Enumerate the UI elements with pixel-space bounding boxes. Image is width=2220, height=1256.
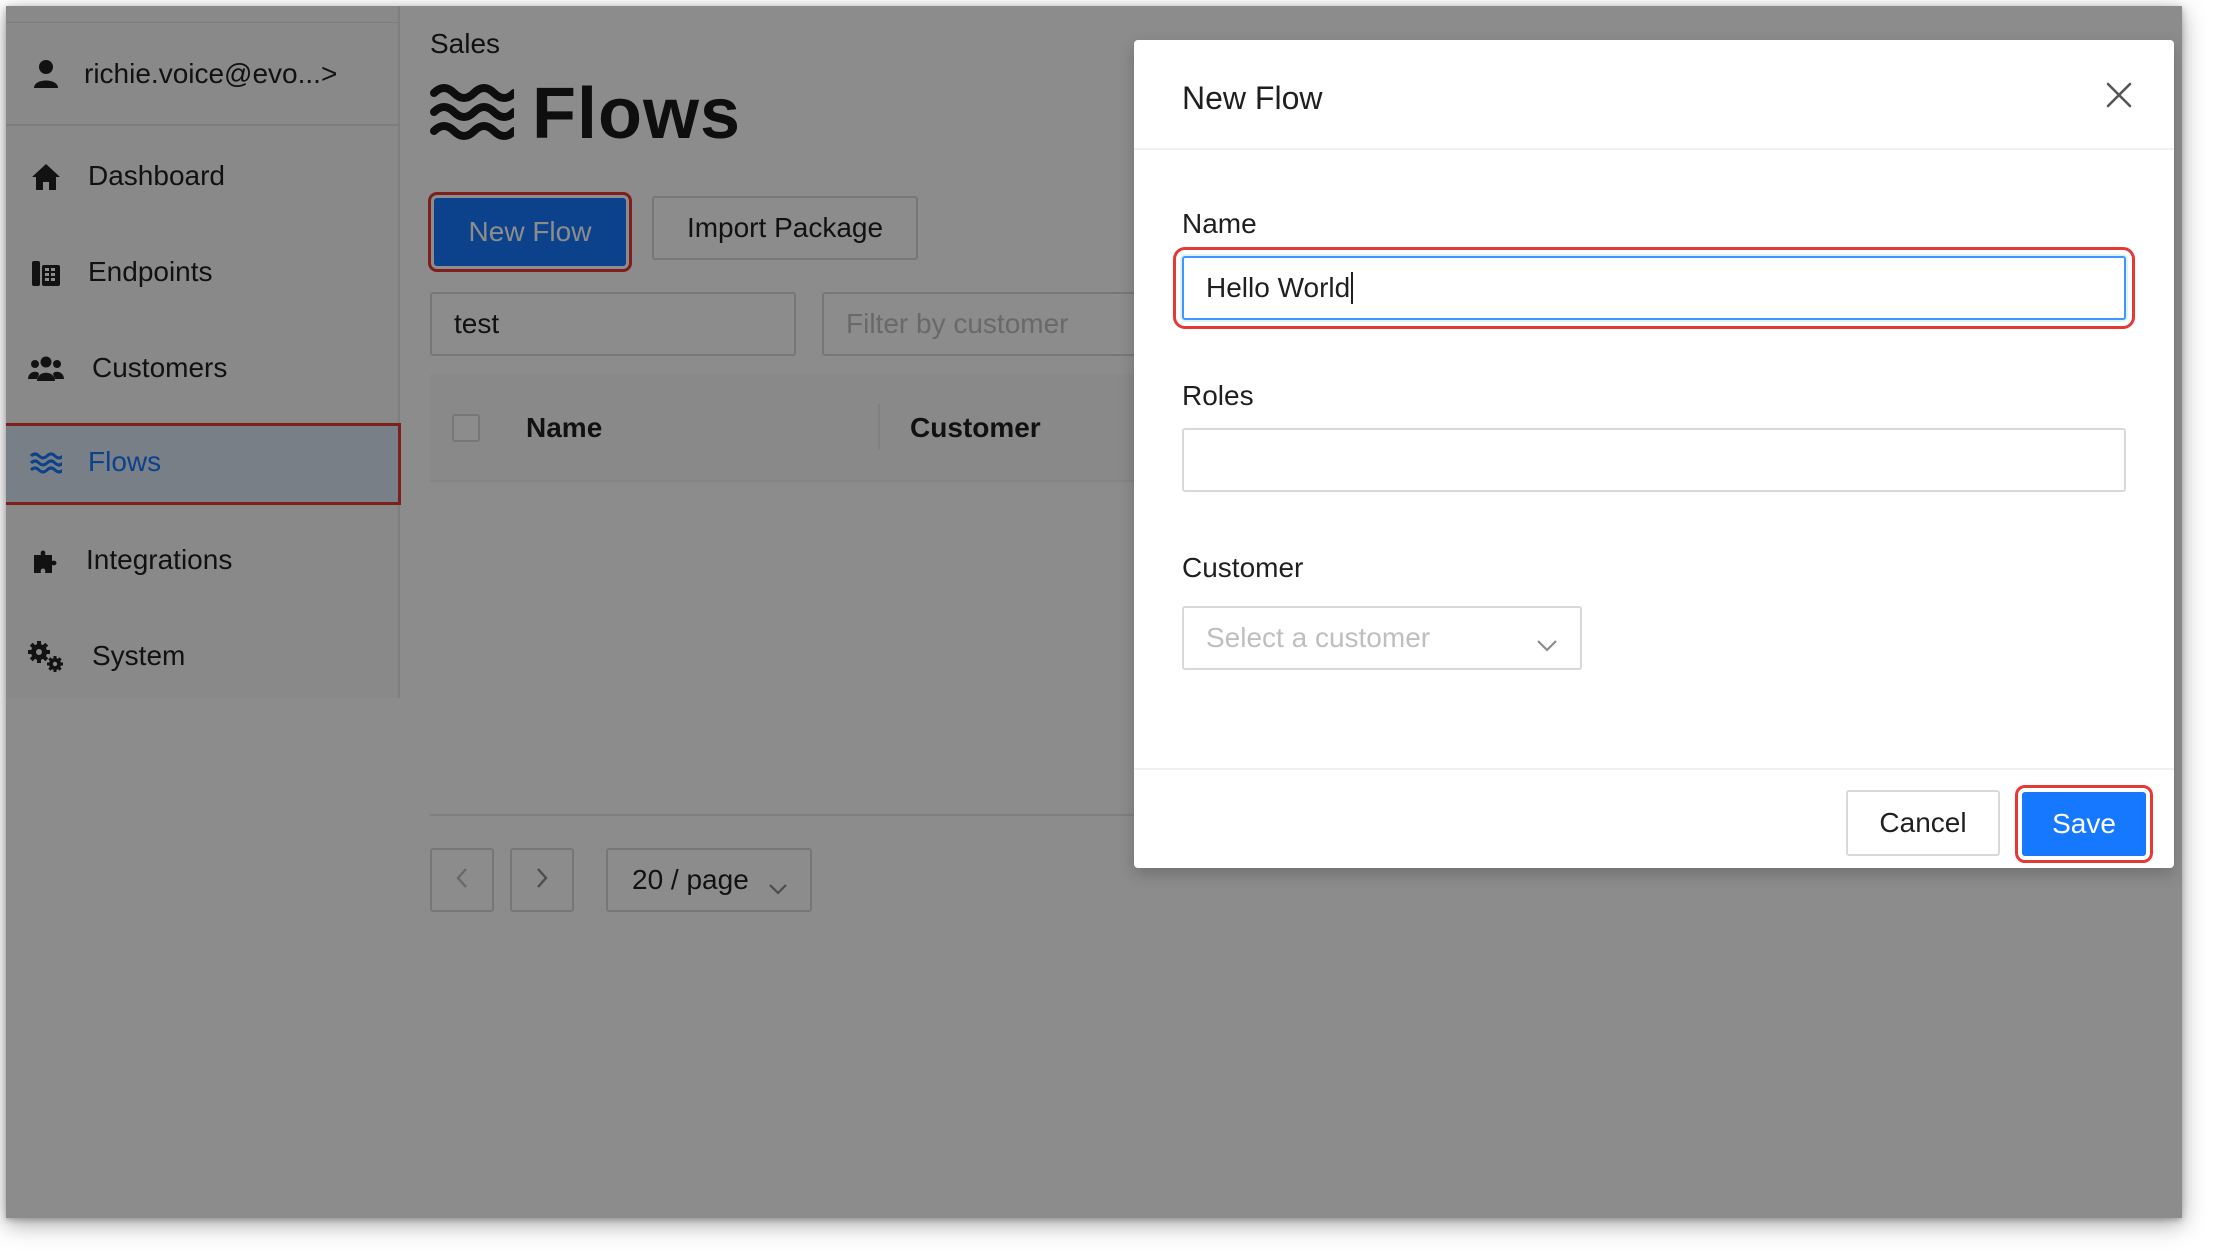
app-background: richie.voice@evo...> Dashboard Endpoints… [6, 6, 2182, 1218]
text-caret [1351, 272, 1354, 304]
name-field[interactable]: Hello World [1173, 247, 2135, 329]
new-flow-dialog: New Flow Name Hello World Roles Customer… [1134, 40, 2174, 868]
chevron-down-icon [1536, 628, 1558, 660]
name-field-value: Hello World [1206, 272, 1351, 303]
customer-select-placeholder: Select a customer [1206, 622, 1431, 653]
cancel-button[interactable]: Cancel [1846, 790, 2000, 856]
app-window: richie.voice@evo...> Dashboard Endpoints… [6, 6, 2182, 1218]
name-label: Name [1182, 208, 1257, 239]
roles-field[interactable] [1182, 428, 2126, 492]
customer-label: Customer [1182, 552, 1304, 583]
customer-select[interactable]: Select a customer [1182, 606, 1582, 670]
close-icon[interactable] [2104, 80, 2134, 110]
dialog-footer: Cancel Save [1134, 768, 2174, 868]
roles-label: Roles [1182, 380, 1254, 411]
dialog-header: New Flow [1134, 40, 2174, 150]
dialog-title: New Flow [1182, 80, 1323, 116]
save-button[interactable]: Save [2015, 785, 2153, 863]
